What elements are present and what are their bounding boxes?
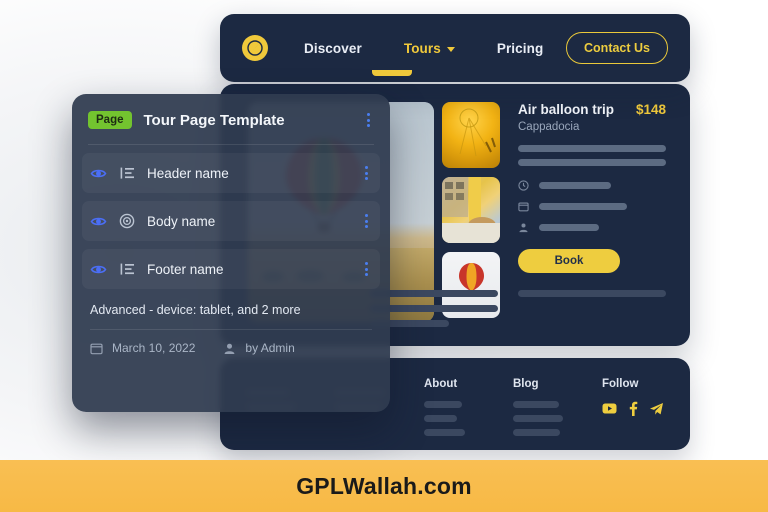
- eye-icon[interactable]: [90, 165, 107, 182]
- clock-icon: [518, 180, 529, 191]
- footer-column-follow: Follow: [602, 378, 664, 450]
- kebab-menu-icon[interactable]: [361, 211, 372, 231]
- calendar-icon: [518, 202, 529, 212]
- skeleton-line: [424, 401, 463, 408]
- kebab-menu-icon[interactable]: [361, 259, 372, 279]
- skeleton-line: [513, 429, 560, 436]
- list-icon: [120, 167, 134, 179]
- panel-header: Page Tour Page Template: [72, 94, 390, 130]
- thumb1-art: [459, 108, 496, 157]
- facebook-icon[interactable]: [628, 401, 638, 416]
- thumbnail-strip: [442, 102, 500, 318]
- social-links: [602, 401, 664, 416]
- site-navbar: Discover Tours Pricing Contact Us: [220, 14, 690, 82]
- balloon-closeup-thumb[interactable]: [442, 102, 500, 168]
- template-parts-list: Header name Body name Footer name: [72, 145, 390, 289]
- footer-title-follow: Follow: [602, 378, 639, 390]
- skeleton-line: [518, 290, 666, 297]
- panel-title: Tour Page Template: [143, 111, 285, 129]
- template-row-body[interactable]: Body name: [82, 201, 380, 241]
- nav-item-pricing[interactable]: Pricing: [497, 41, 543, 56]
- panel-conditions-text[interactable]: Advanced - device: tablet, and 2 more: [72, 297, 390, 317]
- eye-icon[interactable]: [90, 261, 107, 278]
- nav-links: Discover Tours Pricing: [304, 41, 543, 56]
- nav-item-tours[interactable]: Tours: [404, 41, 455, 56]
- thumb2-art: [442, 177, 500, 243]
- nav-item-discover[interactable]: Discover: [304, 41, 362, 56]
- nav-label-tours: Tours: [403, 40, 441, 56]
- person-icon: [224, 343, 235, 354]
- kebab-menu-icon[interactable]: [361, 163, 372, 183]
- footer-column-lines: [424, 401, 477, 436]
- skeleton-line: [424, 415, 457, 422]
- footer-column-about: About: [424, 378, 477, 450]
- skeleton-line: [539, 224, 599, 231]
- product-detail: Air balloon trip $148 Cappadocia Book: [518, 102, 666, 273]
- screenshot-stage: Discover Tours Pricing Contact Us Air ba…: [0, 0, 768, 512]
- active-tab-underline: [372, 70, 412, 76]
- contact-us-button[interactable]: Contact Us: [566, 32, 668, 64]
- meta-row: [518, 222, 666, 233]
- template-row-header[interactable]: Header name: [82, 153, 380, 193]
- footer-column-blog: Blog: [513, 378, 566, 450]
- product-detail-top: Air balloon trip $148: [518, 102, 666, 117]
- panel-footer-meta: March 10, 2022 by Admin: [72, 330, 390, 355]
- skeleton-line: [424, 429, 466, 436]
- description-skeleton: [518, 145, 666, 166]
- compass-glyph: [247, 40, 263, 56]
- book-button[interactable]: Book: [518, 249, 620, 273]
- skeleton-line: [539, 182, 611, 189]
- page-type-badge: Page: [88, 111, 132, 129]
- banner-text: GPLWallah.com: [296, 472, 472, 499]
- youtube-icon[interactable]: [602, 402, 617, 415]
- template-row-label: Body name: [147, 213, 216, 229]
- balloon-basket-thumb[interactable]: [442, 177, 500, 243]
- nav-label-discover: Discover: [304, 40, 362, 56]
- compass-icon[interactable]: [242, 35, 268, 61]
- nav-label-pricing: Pricing: [496, 40, 544, 56]
- chevron-down-icon: [446, 46, 455, 52]
- list-icon: [120, 263, 134, 275]
- bottom-banner: GPLWallah.com: [0, 460, 768, 512]
- tour-page-template-panel: Page Tour Page Template Header name Body…: [72, 94, 390, 412]
- skeleton-line: [513, 401, 559, 408]
- product-meta-rows: [518, 180, 666, 233]
- footer-column-lines: [513, 401, 566, 436]
- meta-row: [518, 201, 666, 212]
- skeleton-line: [518, 145, 666, 152]
- panel-date: March 10, 2022: [112, 341, 196, 355]
- template-row-label: Header name: [147, 165, 229, 181]
- lower-skeleton-right: [518, 290, 666, 297]
- product-location: Cappadocia: [518, 121, 580, 133]
- skeleton-line: [539, 203, 627, 210]
- template-row-footer[interactable]: Footer name: [82, 249, 380, 289]
- telegram-icon[interactable]: [649, 402, 664, 416]
- panel-author: by Admin: [245, 341, 295, 355]
- kebab-menu-icon[interactable]: [363, 110, 374, 130]
- target-icon: [119, 213, 135, 229]
- skeleton-line: [518, 159, 666, 166]
- footer-title-blog: Blog: [513, 378, 539, 390]
- calendar-icon: [90, 343, 103, 354]
- skeleton-line: [513, 415, 564, 422]
- eye-icon[interactable]: [90, 213, 107, 230]
- footer-title-about: About: [424, 378, 458, 390]
- product-price: $148: [635, 102, 666, 117]
- meta-row: [518, 180, 666, 191]
- product-title: Air balloon trip: [518, 102, 614, 117]
- template-row-label: Footer name: [147, 261, 224, 277]
- person-icon: [519, 223, 528, 233]
